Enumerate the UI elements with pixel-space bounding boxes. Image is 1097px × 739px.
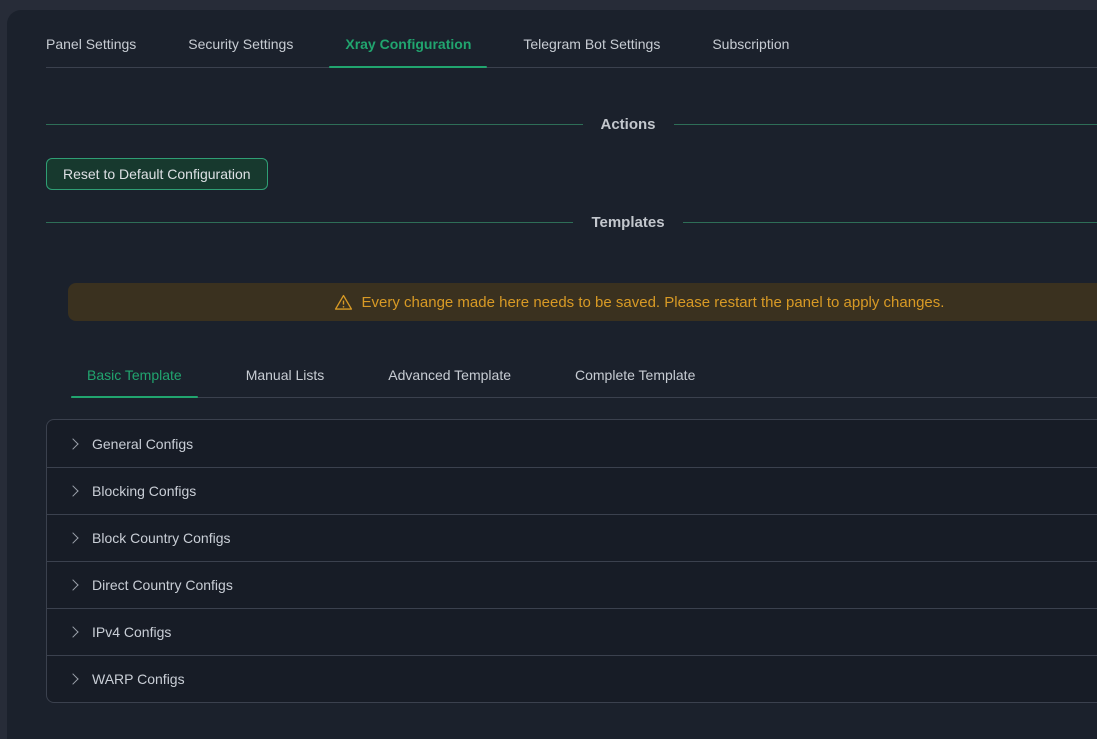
collapse-item-ipv4-configs[interactable]: IPv4 Configs (47, 608, 1097, 655)
chevron-right-icon (67, 438, 78, 449)
collapse-item-blocking-configs[interactable]: Blocking Configs (47, 467, 1097, 514)
collapse-item-label: Block Country Configs (92, 530, 231, 546)
tab-panel-settings[interactable]: Panel Settings (30, 10, 152, 67)
actions-divider-label: Actions (601, 116, 656, 133)
chevron-right-icon (67, 579, 78, 590)
divider-line (674, 124, 1097, 125)
tab-security-settings[interactable]: Security Settings (172, 10, 309, 67)
chevron-right-icon (67, 626, 78, 637)
warning-triangle-icon (334, 293, 353, 312)
restart-warning-alert: Every change made here needs to be saved… (68, 283, 1097, 321)
tab-xray-configuration[interactable]: Xray Configuration (329, 10, 487, 67)
chevron-right-icon (67, 485, 78, 496)
collapse-item-label: IPv4 Configs (92, 624, 171, 640)
tab-subscription[interactable]: Subscription (696, 10, 805, 67)
collapse-item-direct-country-configs[interactable]: Direct Country Configs (47, 561, 1097, 608)
main-tabs: Panel Settings Security Settings Xray Co… (46, 10, 1097, 68)
collapse-item-label: General Configs (92, 436, 193, 452)
collapse-item-general-configs[interactable]: General Configs (47, 420, 1097, 467)
collapse-item-warp-configs[interactable]: WARP Configs (47, 655, 1097, 702)
collapse-item-label: Direct Country Configs (92, 577, 233, 593)
templates-divider: Templates (46, 212, 1097, 233)
divider-line (46, 222, 573, 223)
collapse-item-block-country-configs[interactable]: Block Country Configs (47, 514, 1097, 561)
templates-divider-label: Templates (591, 214, 664, 231)
collapse-item-label: WARP Configs (92, 671, 185, 687)
collapse-item-label: Blocking Configs (92, 483, 196, 499)
restart-warning-text: Every change made here needs to be saved… (362, 294, 945, 311)
reset-default-configuration-button[interactable]: Reset to Default Configuration (46, 158, 268, 190)
tab-advanced-template[interactable]: Advanced Template (372, 353, 527, 397)
tab-telegram-bot-settings[interactable]: Telegram Bot Settings (507, 10, 676, 67)
tab-complete-template[interactable]: Complete Template (559, 353, 711, 397)
tab-basic-template[interactable]: Basic Template (71, 353, 198, 397)
chevron-right-icon (67, 532, 78, 543)
divider-line (683, 222, 1097, 223)
configs-collapse-list: General Configs Blocking Configs Block C… (46, 419, 1097, 703)
chevron-right-icon (67, 673, 78, 684)
divider-line (46, 124, 583, 125)
template-tabs: Basic Template Manual Lists Advanced Tem… (71, 353, 1097, 398)
actions-divider: Actions (46, 114, 1097, 135)
settings-card: Panel Settings Security Settings Xray Co… (7, 10, 1097, 739)
tab-manual-lists[interactable]: Manual Lists (230, 353, 341, 397)
